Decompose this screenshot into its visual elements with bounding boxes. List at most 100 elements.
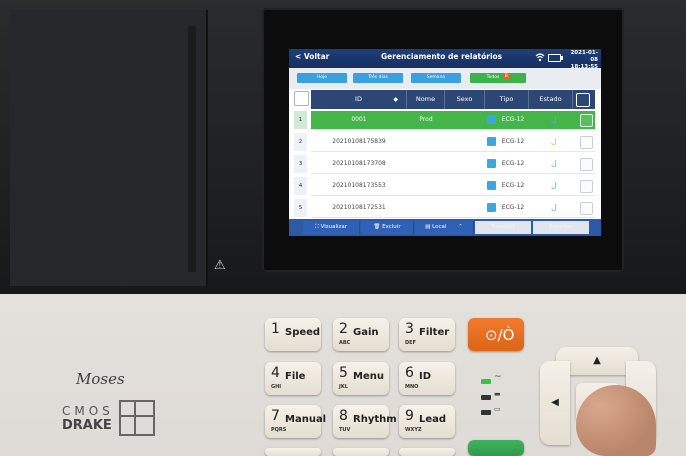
key-lead[interactable]: 9 Lead WXYZ xyxy=(399,405,455,438)
arrow-up-icon: ▲ xyxy=(593,355,601,366)
dpad-left-button[interactable]: ◀ xyxy=(540,361,570,445)
key-label: ID xyxy=(419,371,432,382)
ecg-icon xyxy=(487,115,496,124)
filter-todos-label: Todos xyxy=(486,75,500,80)
key-number: 2 xyxy=(339,321,348,337)
back-button[interactable]: < Voltar xyxy=(295,52,329,61)
key-sub: ABC xyxy=(339,340,351,346)
row-id: 20210108172531 xyxy=(332,204,386,211)
col-id[interactable]: ID ◆ xyxy=(311,90,407,109)
status-icon: ل xyxy=(551,181,557,190)
key-sub: DEF xyxy=(405,340,416,346)
col-id-label: ID xyxy=(355,95,362,103)
sort-icon: ◆ xyxy=(393,96,398,103)
row-tipo: ECG-12 xyxy=(501,182,525,189)
exportar-button[interactable]: Exportar xyxy=(533,221,589,234)
table-header: ID ◆ Nome Sexo Tipo Estado xyxy=(311,90,595,109)
filter-count-badge: 8 xyxy=(503,73,510,80)
device-screen: < Voltar Gerenciamento de relatórios 202… xyxy=(289,49,601,236)
key-file[interactable]: 4 File GHI xyxy=(265,362,321,395)
key-label: Menu xyxy=(353,371,384,382)
row-sexo xyxy=(445,199,485,217)
start-key[interactable] xyxy=(468,440,524,456)
table-row[interactable]: 2 20210108175839 ECG-12 ل xyxy=(289,132,601,152)
row-nome xyxy=(407,133,445,151)
ecg-icon xyxy=(487,181,496,190)
filter-hoje-button[interactable]: Hoje xyxy=(297,73,347,83)
key-number: 5 xyxy=(339,365,348,381)
row-id: 0001 xyxy=(351,116,367,123)
excluir-button[interactable]: 🗑 Excluir xyxy=(361,221,414,234)
table-row[interactable]: 5 20210108172531 ECG-12 ل xyxy=(289,198,601,218)
col-sexo[interactable]: Sexo xyxy=(445,90,485,109)
key-menu[interactable]: 5 Menu JKL xyxy=(333,362,389,395)
row-sexo xyxy=(445,111,485,129)
key-manual[interactable]: 7 Manual PQRS xyxy=(265,405,326,438)
col-nome[interactable]: Nome xyxy=(407,90,445,109)
status-icon: ل xyxy=(551,203,557,212)
key-sub: WXYZ xyxy=(405,427,422,433)
row-tipo: ECG-12 xyxy=(501,116,525,123)
power-key[interactable]: ⊙/Ò xyxy=(468,318,524,351)
transmit-button[interactable]: Transmit xyxy=(475,221,531,234)
status-icon: ل xyxy=(551,137,557,146)
key-label: File xyxy=(285,371,306,382)
row-id: 20210108175839 xyxy=(332,138,386,145)
arrow-left-icon: ◀ xyxy=(551,397,559,408)
trash-icon: 🗑 xyxy=(373,224,383,230)
action-bar: ⛶ Visualizar 🗑 Excluir ▤ Local ⌃ Transmi… xyxy=(289,219,601,236)
row-checkbox[interactable] xyxy=(580,136,593,149)
key-gain[interactable]: 2 Gain ABC xyxy=(333,318,389,351)
table-row[interactable]: 4 20210108173553 ECG-12 ل xyxy=(289,176,601,196)
key-zero[interactable] xyxy=(333,448,389,456)
key-label: Gain xyxy=(353,327,379,338)
row-checkbox[interactable] xyxy=(580,180,593,193)
col-tipo[interactable]: Tipo xyxy=(485,90,529,109)
key-label: Filter xyxy=(419,327,450,338)
key-number: 1 xyxy=(271,321,280,337)
key-id[interactable]: 6 ID MNO xyxy=(399,362,455,395)
row-checkbox[interactable] xyxy=(580,202,593,215)
key-hash[interactable] xyxy=(399,448,455,456)
select-all-checkbox[interactable] xyxy=(294,91,309,106)
visualizar-button[interactable]: ⛶ Visualizar xyxy=(303,221,360,234)
row-checkbox[interactable] xyxy=(580,114,593,127)
table-row[interactable]: 3 20210108173708 ECG-12 ل xyxy=(289,154,601,174)
row-number: 1 xyxy=(294,111,307,129)
row-id: 20210108173708 xyxy=(332,160,386,167)
row-sexo xyxy=(445,133,485,151)
row-id: 20210108173553 xyxy=(332,182,386,189)
row-tipo: ECG-12 xyxy=(501,138,525,145)
excluir-label: Excluir xyxy=(382,224,401,230)
ecg-icon xyxy=(487,203,496,212)
filter-todos-button[interactable]: Todos 8 xyxy=(470,73,526,83)
table-row[interactable]: 1 0001 Prod ECG-12 ل xyxy=(289,110,601,130)
local-label: Local xyxy=(432,224,447,230)
filter-tres-dias-button[interactable]: Três dias xyxy=(353,73,403,83)
status-icon: ل xyxy=(551,159,557,168)
filter-semana-button[interactable]: Semana xyxy=(411,73,461,83)
key-number: 4 xyxy=(271,365,280,381)
key-star[interactable] xyxy=(265,448,321,456)
key-number: 3 xyxy=(405,321,414,337)
col-estado[interactable]: Estado xyxy=(529,90,573,109)
header-checkbox[interactable] xyxy=(576,93,590,107)
ac-indicator-led xyxy=(481,379,491,384)
key-number: 6 xyxy=(405,365,414,381)
key-rhythm[interactable]: 8 Rhythm TUV xyxy=(333,405,397,438)
status-icon: ل xyxy=(551,115,557,124)
key-sub: PQRS xyxy=(271,427,287,433)
ecg-icon xyxy=(487,137,496,146)
battery-icon xyxy=(548,54,563,62)
paper-tray xyxy=(10,10,208,286)
row-checkbox[interactable] xyxy=(580,158,593,171)
row-nome xyxy=(407,177,445,195)
charge-indicator-icon: ▭ xyxy=(494,405,501,413)
local-button[interactable]: ▤ Local ⌃ xyxy=(415,221,474,234)
brand-logo-cmos: CMOS xyxy=(62,404,114,418)
ac-power-icon: ~ xyxy=(494,372,502,382)
key-filter[interactable]: 3 Filter DEF xyxy=(399,318,455,351)
row-nome xyxy=(407,155,445,173)
key-label: Rhythm xyxy=(353,414,397,425)
key-speed[interactable]: 1 Speed xyxy=(265,318,321,351)
